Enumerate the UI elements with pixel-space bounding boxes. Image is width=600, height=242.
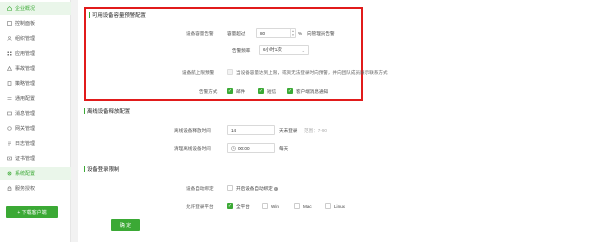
sidebar-item-label: 通用配置 (15, 96, 36, 102)
message-icon (7, 111, 12, 116)
platform-win-label: Win (271, 204, 279, 209)
platform-label: 允许登录平台 (186, 204, 214, 209)
offline-section-title: 离线设备释放配置 (84, 107, 130, 115)
max-days-input[interactable]: 14 (227, 125, 275, 135)
auto-bind-label: 设备自动绑定 (186, 186, 214, 191)
sidebar-item-overview[interactable]: 企业概况 (0, 2, 71, 15)
auth-icon (7, 186, 12, 191)
method-label: 告警方式 (199, 89, 218, 94)
freq-label: 告警频率 (232, 48, 251, 53)
sidebar-item-label: 控制面板 (15, 21, 36, 27)
sidebar-item-gateway[interactable]: 网关管理 (0, 122, 71, 135)
incident-icon (7, 66, 12, 71)
limit-text: 当设备容量达到上限，或资无法登录时向预警，并向团队成员展示联系方式 (236, 70, 388, 75)
sidebar-item-label: 消息管理 (15, 111, 36, 117)
threshold-input[interactable]: 80 ▲ ▼ (256, 28, 296, 38)
clock-icon (231, 146, 236, 151)
method-email-label: 邮件 (236, 89, 246, 94)
org-icon (7, 36, 12, 41)
sidebar-item-label: 组织管理 (15, 36, 36, 42)
sidebar-item-org[interactable]: 组织管理 (0, 32, 71, 45)
platform-win-checkbox[interactable] (262, 203, 268, 209)
max-days-suffix: 天未登录 (279, 128, 298, 133)
dashboard-icon (7, 21, 12, 26)
method-sms-label: 短信 (267, 89, 277, 94)
home-icon (7, 6, 12, 11)
sidebar-item-auth[interactable]: 服务授权 (0, 182, 71, 195)
max-days-label: 离线设备释放时间 (174, 128, 211, 133)
platform-mac-label: Mac (303, 204, 312, 209)
clear-time-suffix: 每天 (279, 146, 289, 151)
max-days-hint: 范围：7-90 (304, 128, 327, 133)
info-icon[interactable]: ! (273, 186, 278, 191)
method-email-checkbox[interactable] (227, 88, 233, 94)
sidebar-item-policy[interactable]: 策略管理 (0, 77, 71, 90)
sidebar-item-log[interactable]: 日志管理 (0, 137, 71, 150)
freq-select[interactable]: 6小时1次 ⌄ (259, 45, 309, 55)
confirm-button[interactable]: 确 定 (111, 219, 140, 231)
platform-all-checkbox[interactable] (227, 203, 233, 209)
threshold-label: 设备容量告警 (186, 31, 214, 36)
sidebar-item-apps[interactable]: 应用管理 (0, 47, 71, 60)
threshold-stepper[interactable]: ▲ ▼ (290, 29, 295, 37)
sidebar-item-label: 日志管理 (15, 141, 36, 147)
threshold-pct: % (298, 31, 303, 36)
cert-icon (7, 156, 12, 161)
sidebar-item-cert[interactable]: 证书管理 (0, 152, 71, 165)
login-section-title: 设备登录限制 (84, 165, 119, 173)
sidebar-item-config[interactable]: 通用配置 (0, 92, 71, 105)
config-icon (7, 96, 12, 101)
chevron-down-icon: ⌄ (301, 48, 305, 53)
sidebar-item-label: 系统配置 (15, 171, 36, 177)
log-icon (7, 141, 12, 146)
sidebar-item-label: 策略管理 (15, 81, 36, 87)
threshold-prefix: 容量超过 (227, 31, 246, 36)
platform-linux-label: Linux (334, 204, 345, 209)
clear-time-input[interactable]: 00:00 (227, 143, 275, 153)
clear-time-label: 清理离线设备时间 (174, 146, 211, 151)
sidebar-item-dashboard[interactable]: 控制面板 (0, 17, 71, 30)
sidebar-item-label: 服务授权 (15, 186, 36, 192)
gear-icon (7, 171, 12, 176)
sidebar-item-incident[interactable]: 事故管理 (0, 62, 71, 75)
highlight-box (84, 7, 363, 101)
storage-section-title: 可用设备容量预警配置 (89, 11, 146, 19)
platform-all-label: 全平台 (236, 204, 250, 209)
download-client-button[interactable]: + 下载客户端 (6, 206, 58, 218)
auto-bind-checkbox[interactable] (227, 185, 233, 191)
limit-label: 设备航上限预警 (182, 70, 215, 75)
limit-checkbox[interactable] (227, 69, 233, 75)
sidebar-item-message[interactable]: 消息管理 (0, 107, 71, 120)
method-sms-checkbox[interactable] (258, 88, 264, 94)
sidebar: 企业概况 控制面板 组织管理 应用管理 事故管理 策略管理 通用配置 消息管理 … (0, 0, 71, 242)
sidebar-item-label: 应用管理 (15, 51, 36, 57)
auto-bind-text: 开启设备自动绑定! (236, 186, 278, 191)
apps-icon (7, 51, 12, 56)
policy-icon (7, 81, 12, 86)
sidebar-item-label: 企业概况 (15, 6, 36, 12)
sidebar-item-label: 事故管理 (15, 66, 36, 72)
method-client-checkbox[interactable] (287, 88, 293, 94)
sidebar-item-label: 网关管理 (15, 126, 36, 132)
threshold-suffix: 向管理员告警 (307, 31, 335, 36)
gateway-icon (7, 126, 12, 131)
platform-linux-checkbox[interactable] (325, 203, 331, 209)
method-client-label: 客户端消息通知 (296, 89, 329, 94)
platform-mac-checkbox[interactable] (294, 203, 300, 209)
sidebar-item-system-config[interactable]: 系统配置 (0, 167, 71, 180)
sidebar-item-label: 证书管理 (15, 156, 36, 162)
